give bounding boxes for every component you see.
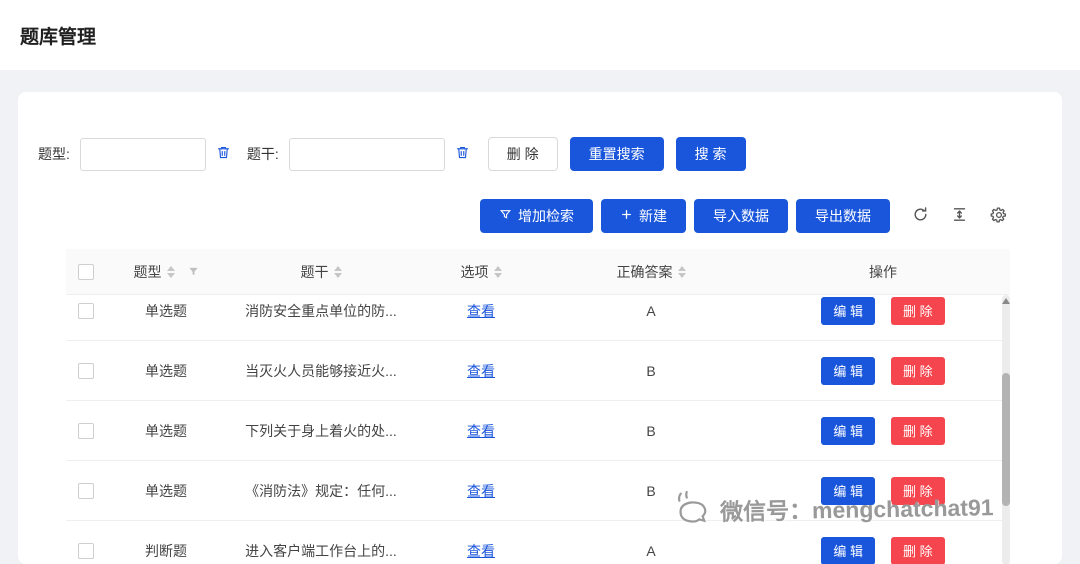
table-rows: 单选题 消防安全重点单位的防... 查看 A 编 辑 删 除 单选题 当灭火人员… [66,295,1010,564]
add-filter-button[interactable]: 增加检索 [480,199,593,233]
clear-type-button[interactable] [216,145,231,163]
cell-question-stem: 进入客户端工作台上的... [245,542,397,559]
new-button[interactable]: 新建 [601,199,686,233]
column-header-type[interactable]: 题型 [106,262,226,282]
question-type-input[interactable] [79,137,206,171]
view-options-link[interactable]: 查看 [467,541,495,561]
column-header-actions: 操作 [756,262,1010,282]
column-header-stem[interactable]: 题干 [226,262,416,282]
cell-question-stem: 当灭火人员能够接近火... [245,362,397,379]
table-row: 单选题 消防安全重点单位的防... 查看 A 编 辑 删 除 [66,295,1010,341]
row-delete-button[interactable]: 删 除 [891,296,945,325]
column-label-options: 选项 [460,263,489,280]
column-header-answer[interactable]: 正确答案 [546,262,756,282]
cell-correct-answer: A [646,302,656,319]
search-button[interactable]: 搜 索 [675,137,746,171]
cell-question-stem: 消防安全重点单位的防... [245,302,397,319]
export-data-button[interactable]: 导出数据 [796,199,890,233]
edit-button[interactable]: 编 辑 [821,476,875,505]
column-height-icon [951,206,968,226]
table-scrollbar[interactable] [1002,295,1010,564]
clear-stem-button[interactable] [455,145,470,163]
edit-button[interactable]: 编 辑 [821,296,875,325]
row-checkbox[interactable] [78,542,94,559]
cell-correct-answer: B [646,482,656,499]
row-delete-button[interactable]: 删 除 [891,416,945,445]
edit-button[interactable]: 编 辑 [821,536,875,564]
page-title: 题库管理 [20,26,97,48]
column-label-stem: 题干 [300,263,329,280]
content-card: 题型: 题干: 删 除 重置搜索 搜 索 增加检索 新建 导入数据 导出数据 题… [18,92,1062,564]
column-label-actions: 操作 [869,263,897,280]
plus-icon [620,208,633,224]
row-checkbox[interactable] [78,362,94,379]
top-header-bar: 题库管理 [0,0,1080,70]
view-options-link[interactable]: 查看 [467,361,495,381]
select-all-checkbox[interactable] [78,263,94,280]
row-delete-button[interactable]: 删 除 [891,536,945,564]
scroll-up-arrow-icon[interactable] [1002,298,1010,304]
delete-filter-button[interactable]: 删 除 [487,137,558,171]
sort-icons[interactable] [166,265,175,278]
table-row: 单选题 当灭火人员能够接近火... 查看 B 编 辑 删 除 [66,341,1010,401]
cell-correct-answer: B [646,362,656,379]
view-options-link[interactable]: 查看 [467,301,495,321]
question-table: 题型 题干 选项 正确答案 操作 单选题 消防安全重点单位的防... 查看 A … [66,249,1010,564]
toolbar-icon-group [912,206,1008,227]
cell-question-type: 单选题 [145,302,187,319]
cell-question-stem: 下列关于身上着火的处... [245,422,397,439]
import-data-button[interactable]: 导入数据 [694,199,788,233]
table-row: 单选题 《消防法》规定：任何... 查看 B 编 辑 删 除 [66,461,1010,521]
trash-icon [455,145,470,163]
view-options-link[interactable]: 查看 [467,421,495,441]
row-density-button[interactable] [951,206,968,226]
cell-correct-answer: A [646,542,656,559]
row-delete-button[interactable]: 删 除 [891,356,945,385]
cell-question-type: 单选题 [145,482,187,499]
table-body: 单选题 消防安全重点单位的防... 查看 A 编 辑 删 除 单选题 当灭火人员… [66,295,1010,564]
refresh-button[interactable] [912,206,929,226]
trash-icon [216,145,231,163]
sort-icons[interactable] [333,265,342,278]
question-stem-input[interactable] [288,137,445,171]
filter-row: 题型: 题干: 删 除 重置搜索 搜 索 [18,137,1062,171]
view-options-link[interactable]: 查看 [467,481,495,501]
sort-icons[interactable] [493,265,502,278]
add-filter-label: 增加检索 [518,208,574,224]
cell-question-type: 判断题 [145,542,187,559]
scrollbar-thumb[interactable] [1002,373,1010,506]
column-header-options[interactable]: 选项 [416,262,546,282]
cell-question-stem: 《消防法》规定：任何... [245,482,397,499]
edit-button[interactable]: 编 辑 [821,416,875,445]
cell-question-type: 单选题 [145,362,187,379]
cell-correct-answer: B [646,422,656,439]
column-label-type: 题型 [133,263,162,280]
funnel-icon [499,208,512,224]
new-button-label: 新建 [639,208,667,224]
column-label-answer: 正确答案 [616,263,673,280]
settings-button[interactable] [990,206,1008,227]
question-type-label: 题型: [38,146,70,162]
cell-question-type: 单选题 [145,422,187,439]
table-row: 判断题 进入客户端工作台上的... 查看 A 编 辑 删 除 [66,521,1010,564]
gear-icon [990,206,1008,227]
question-stem-label: 题干: [246,146,279,162]
filter-icon[interactable] [188,266,199,277]
reset-search-button[interactable]: 重置搜索 [569,137,664,171]
row-checkbox[interactable] [78,302,94,319]
table-toolbar: 增加检索 新建 导入数据 导出数据 [18,199,1062,233]
table-header-row: 题型 题干 选项 正确答案 操作 [66,249,1010,295]
row-checkbox[interactable] [78,482,94,499]
row-checkbox[interactable] [78,422,94,439]
table-row: 单选题 下列关于身上着火的处... 查看 B 编 辑 删 除 [66,401,1010,461]
refresh-icon [912,206,929,226]
sort-icons[interactable] [677,265,686,278]
edit-button[interactable]: 编 辑 [821,356,875,385]
row-delete-button[interactable]: 删 除 [891,476,945,505]
